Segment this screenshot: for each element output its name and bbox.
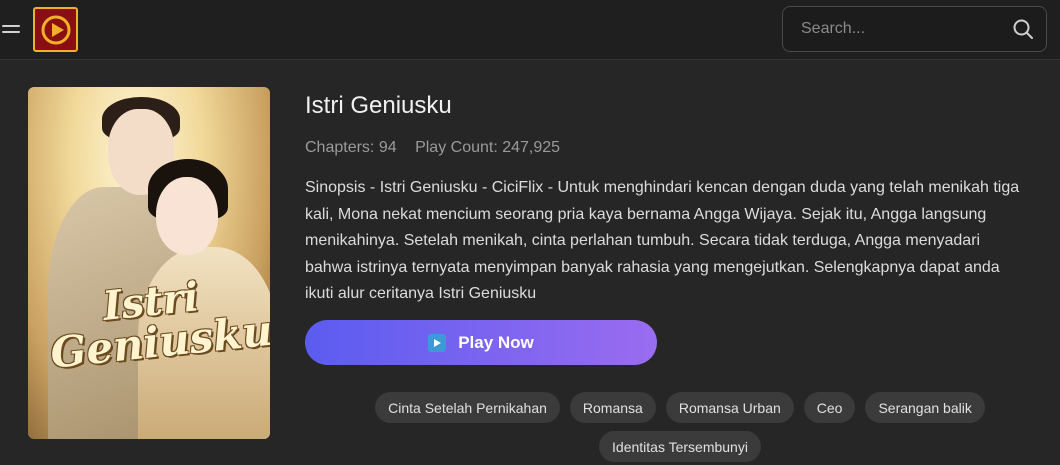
search-box[interactable] bbox=[782, 6, 1047, 52]
tag-chip[interactable]: Serangan balik bbox=[865, 392, 985, 423]
book-cover-image[interactable]: Istri Geniusku bbox=[28, 87, 270, 439]
play-count: Play Count: 247,925 bbox=[415, 139, 561, 156]
top-bar bbox=[0, 0, 1060, 60]
play-icon bbox=[428, 333, 447, 352]
menu-icon[interactable] bbox=[2, 20, 22, 36]
tag-chip[interactable]: Romansa bbox=[569, 392, 656, 423]
synopsis-text: Sinopsis - Istri Geniusku - CiciFlix - U… bbox=[305, 179, 1020, 302]
play-now-button[interactable]: Play Now bbox=[305, 320, 657, 365]
search-input[interactable] bbox=[783, 7, 1003, 51]
tag-chip[interactable]: Identitas Tersembunyi bbox=[599, 431, 761, 462]
tag-chip[interactable]: Cinta Setelah Pernikahan bbox=[375, 392, 560, 423]
book-title: Istri Geniusku bbox=[305, 92, 452, 119]
search-icon[interactable] bbox=[1012, 18, 1034, 40]
chapters-count: Chapters: 94 bbox=[305, 139, 397, 156]
play-now-label: Play Now bbox=[458, 332, 534, 352]
tag-chip[interactable]: Ceo bbox=[803, 392, 856, 423]
book-meta: Chapters: 94 Play Count: 247,925 bbox=[305, 139, 574, 157]
cover-woman-head bbox=[156, 177, 218, 255]
tag-chip[interactable]: Romansa Urban bbox=[665, 392, 794, 423]
play-logo-icon[interactable] bbox=[33, 7, 78, 52]
genre-tags: Cinta Setelah Pernikahan Romansa Romansa… bbox=[300, 392, 1060, 462]
